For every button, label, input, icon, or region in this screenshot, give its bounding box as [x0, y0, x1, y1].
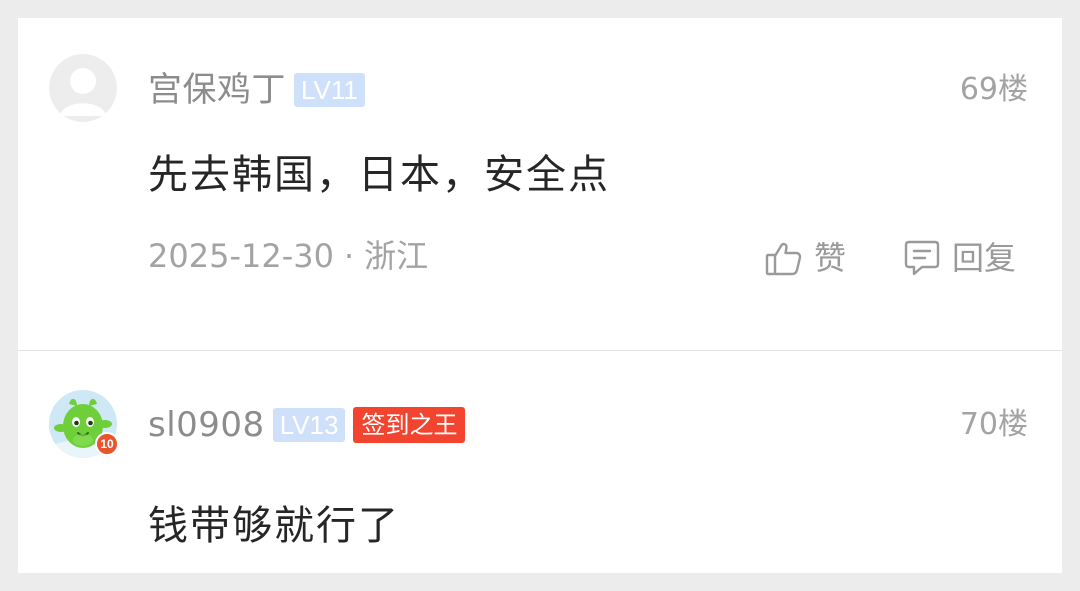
username[interactable]: sl0908 [148, 405, 265, 445]
title-badge: 签到之王 [353, 407, 466, 443]
comment-header: 宫保鸡丁 LV11 [148, 70, 365, 110]
floor-number: 69楼 [959, 72, 1028, 107]
level-badge: LV13 [272, 408, 346, 442]
username[interactable]: 宫保鸡丁 [148, 70, 286, 110]
level-badge: LV11 [294, 73, 365, 107]
comment-item: 宫保鸡丁 LV11 69楼 先去韩国，日本，安全点 2025-12-30 · 浙江 … [18, 18, 1062, 350]
reply-bubble-icon [904, 240, 940, 276]
reply-label: 回复 [952, 239, 1017, 277]
comment-header: sl0908 LV13 签到之王 [148, 405, 466, 445]
comment-list: 宫保鸡丁 LV11 69楼 先去韩国，日本，安全点 2025-12-30 · 浙江 … [18, 18, 1062, 573]
like-button[interactable]: 赞 [764, 236, 846, 280]
floor-number: 70楼 [959, 407, 1028, 442]
like-label: 赞 [814, 239, 847, 277]
reply-button[interactable]: 回复 [902, 236, 1016, 280]
user-avatar[interactable] [49, 54, 117, 122]
user-avatar[interactable]: 10 [49, 390, 119, 458]
comment-text[interactable]: 先去韩国，日本，安全点 [148, 150, 610, 200]
avatar-level-badge: 10 [95, 432, 119, 456]
comment-meta: 2025-12-30 · 浙江 [148, 236, 428, 276]
meta-separator: · [343, 237, 355, 275]
comment-date: 2025-12-30 [148, 237, 334, 275]
comment-text[interactable]: 钱带够就行了 [148, 501, 400, 551]
thumbs-up-icon [765, 242, 802, 276]
comment-item: 10 sl0908 LV13 签到之王 70楼 钱带够就行了 [18, 351, 1062, 573]
default-avatar-icon [49, 54, 117, 122]
comment-location: 浙江 [364, 237, 429, 275]
